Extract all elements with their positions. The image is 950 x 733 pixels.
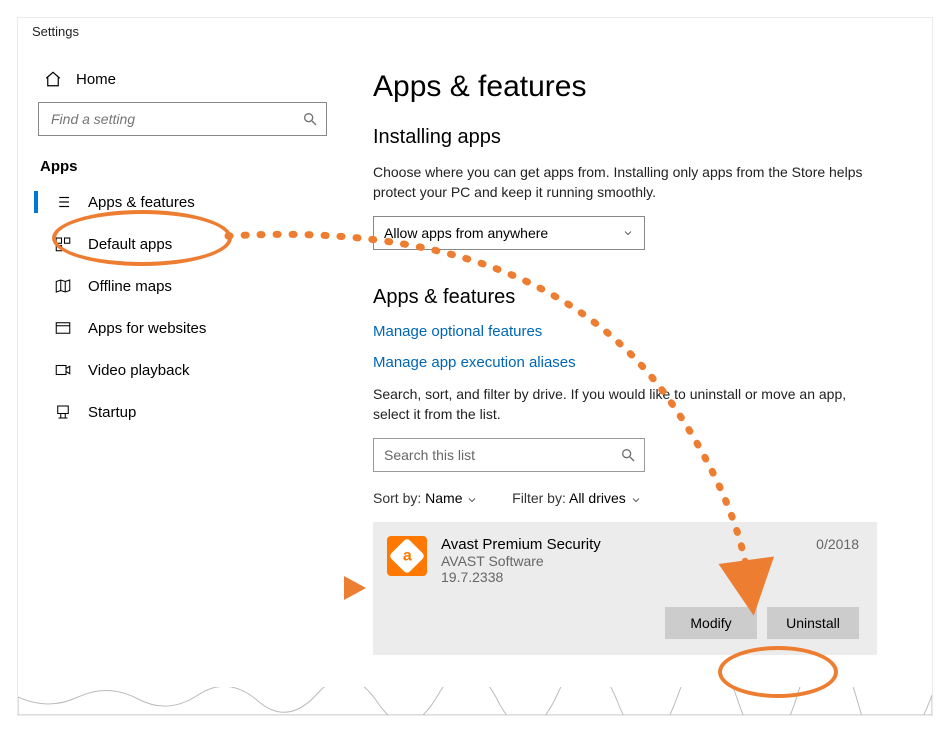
filter-label: Filter by:	[512, 490, 566, 506]
page-title: Apps & features	[373, 70, 902, 104]
sidebar-search[interactable]	[38, 102, 327, 136]
sidebar-item-label: Apps for websites	[88, 320, 206, 337]
app-list-item[interactable]: a Avast Premium Security AVAST Software …	[373, 522, 877, 655]
install-heading: Installing apps	[373, 126, 902, 149]
sidebar-item-label: Video playback	[88, 362, 189, 379]
uninstall-button[interactable]: Uninstall	[767, 607, 859, 639]
avast-app-icon: a	[387, 536, 427, 576]
chevron-down-icon	[466, 494, 478, 506]
link-optional-features[interactable]: Manage optional features	[373, 323, 902, 340]
sidebar-item-label: Offline maps	[88, 278, 172, 295]
startup-icon	[54, 403, 72, 421]
sort-label: Sort by:	[373, 490, 421, 506]
sidebar-item-label: Apps & features	[88, 194, 195, 211]
home-icon	[44, 70, 62, 88]
apps-features-heading: Apps & features	[373, 286, 902, 309]
sidebar-item-offline-maps[interactable]: Offline maps	[38, 265, 343, 307]
install-source-dropdown[interactable]: Allow apps from anywhere	[373, 216, 645, 250]
main-content: Apps & features Installing apps Choose w…	[343, 44, 932, 715]
sidebar-item-apps-websites[interactable]: Apps for websites	[38, 307, 343, 349]
sidebar-item-default-apps[interactable]: Default apps	[38, 223, 343, 265]
app-install-date: 0/2018	[816, 536, 859, 585]
sidebar-item-label: Startup	[88, 404, 136, 421]
filter-desc: Search, sort, and filter by drive. If yo…	[373, 385, 873, 424]
app-name: Avast Premium Security	[441, 536, 802, 553]
sidebar-home-label: Home	[76, 71, 116, 88]
dropdown-value: Allow apps from anywhere	[384, 225, 548, 241]
search-list-placeholder: Search this list	[384, 447, 620, 463]
video-icon	[54, 361, 72, 379]
sidebar: Home Apps Apps & features Default apps	[18, 44, 343, 715]
sidebar-home[interactable]: Home	[38, 64, 343, 102]
sidebar-item-startup[interactable]: Startup	[38, 391, 343, 433]
sidebar-item-video-playback[interactable]: Video playback	[38, 349, 343, 391]
websites-icon	[54, 319, 72, 337]
sort-filter-row: Sort by: Name Filter by: All drives	[373, 490, 902, 506]
map-icon	[54, 277, 72, 295]
window-title: Settings	[18, 18, 932, 44]
settings-window: Settings Home Apps Apps & features	[18, 18, 932, 715]
app-vendor: AVAST Software	[441, 553, 802, 569]
search-icon	[302, 111, 318, 127]
sidebar-item-apps-features[interactable]: Apps & features	[38, 181, 343, 223]
filter-dropdown[interactable]: All drives	[569, 490, 642, 506]
list-icon	[54, 193, 72, 211]
defaults-icon	[54, 235, 72, 253]
sort-dropdown[interactable]: Name	[425, 490, 482, 506]
app-version: 19.7.2338	[441, 569, 802, 585]
modify-button[interactable]: Modify	[665, 607, 757, 639]
link-execution-aliases[interactable]: Manage app execution aliases	[373, 354, 902, 371]
filter-value: All drives	[569, 490, 626, 506]
sidebar-item-label: Default apps	[88, 236, 172, 253]
chevron-down-icon	[622, 227, 634, 239]
search-icon	[620, 447, 636, 463]
chevron-down-icon	[630, 494, 642, 506]
install-desc: Choose where you can get apps from. Inst…	[373, 163, 873, 202]
sidebar-section-label: Apps	[38, 154, 343, 181]
torn-edge-decoration	[18, 687, 932, 715]
search-input[interactable]	[49, 110, 302, 128]
search-list-box[interactable]: Search this list	[373, 438, 645, 472]
sort-value: Name	[425, 490, 462, 506]
